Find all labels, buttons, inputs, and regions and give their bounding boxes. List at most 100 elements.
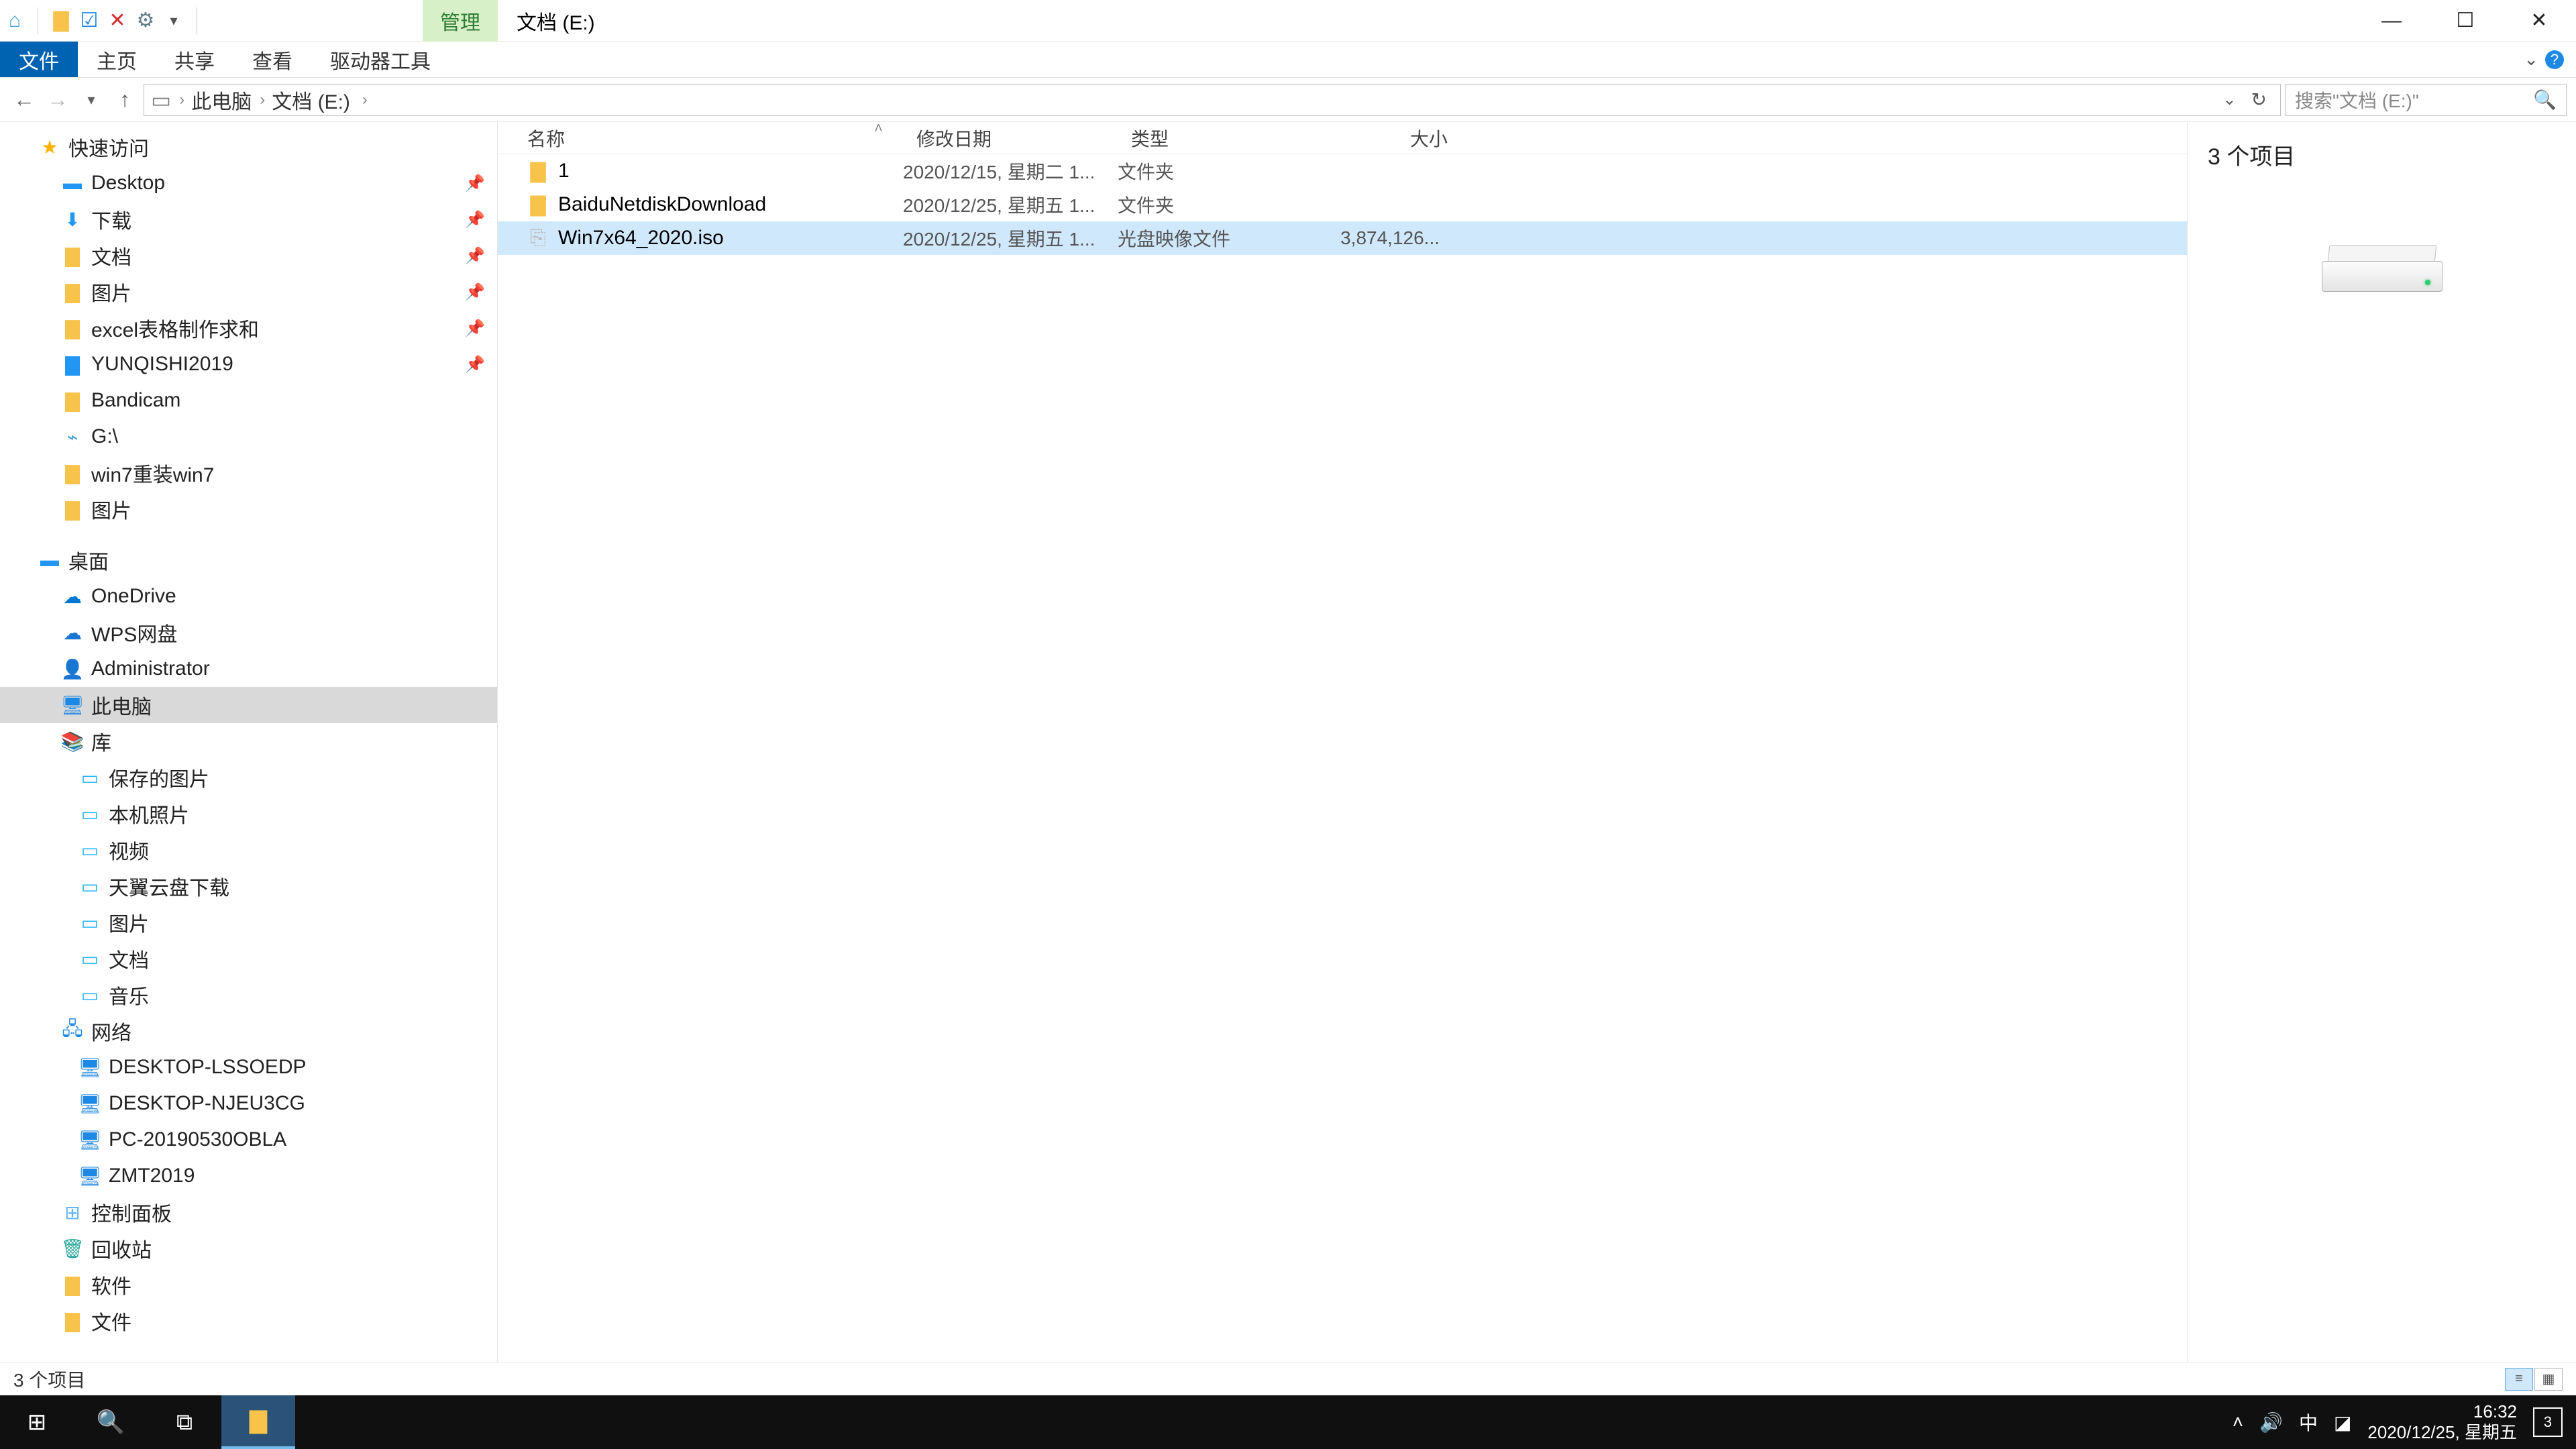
onedrive-icon: ☁ — [60, 584, 85, 608]
ime-indicator[interactable]: 中 — [2299, 1409, 2318, 1436]
nav-pictures-lib[interactable]: ▭图片 — [0, 904, 497, 941]
nav-yunqishi[interactable]: ▇YUNQISHI2019📌 — [0, 346, 497, 382]
clock[interactable]: 16:32 2020/12/25, 星期五 — [2367, 1401, 2517, 1443]
ribbon-tab-drive-tools[interactable]: 驱动器工具 — [311, 42, 449, 77]
app-icon: ⌂ — [5, 11, 24, 30]
qat-dropdown-icon[interactable]: ▾ — [164, 11, 183, 30]
nav-pictures[interactable]: ▇图片📌 — [0, 274, 497, 310]
folder-icon: ▇ — [527, 160, 549, 182]
view-details-button[interactable]: ≡ — [2505, 1368, 2533, 1391]
address-box[interactable]: ▭ ›此电脑 ›文档 (E:)› ⌄ ↻ — [144, 84, 2281, 116]
nav-downloads[interactable]: ⬇下载📌 — [0, 201, 497, 237]
nav-network-pc2[interactable]: 🖥DESKTOP-NJEU3CG — [0, 1085, 497, 1122]
column-type[interactable]: 类型 — [1131, 125, 1305, 152]
maximize-button[interactable]: ☐ — [2428, 1, 2502, 41]
file-row[interactable]: ▇BaiduNetdiskDownload2020/12/25, 星期五 1..… — [498, 188, 2187, 221]
nav-documents-lib[interactable]: ▭文档 — [0, 941, 497, 977]
history-dropdown-icon[interactable]: ▾ — [76, 85, 106, 115]
gear-icon[interactable]: ⚙ — [136, 11, 155, 30]
folder-icon: ▇ — [60, 497, 85, 521]
nav-control-panel[interactable]: ⊞控制面板 — [0, 1194, 497, 1230]
nav-gdrive[interactable]: ⌁G:\ — [0, 419, 497, 455]
file-list[interactable]: 名称˄ 修改日期 类型 大小 ▇12020/12/15, 星期二 1...文件夹… — [498, 122, 2187, 1362]
nav-onedrive[interactable]: ☁OneDrive — [0, 578, 497, 614]
task-view-button[interactable]: ⧉ — [148, 1395, 221, 1449]
column-size[interactable]: 大小 — [1305, 125, 1453, 152]
tray-icon[interactable]: ◪ — [2334, 1411, 2351, 1434]
checkbox-icon[interactable]: ☑ — [80, 11, 99, 30]
nav-win7-reinstall[interactable]: ▇win7重装win7 — [0, 455, 497, 491]
nav-music[interactable]: ▭音乐 — [0, 977, 497, 1013]
nav-tianyi[interactable]: ▭天翼云盘下载 — [0, 868, 497, 904]
action-center-icon[interactable]: 3 — [2533, 1407, 2563, 1437]
nav-excel-folder[interactable]: ▇excel表格制作求和📌 — [0, 310, 497, 346]
control-panel-icon: ⊞ — [60, 1200, 85, 1224]
back-button[interactable]: ← — [9, 85, 39, 115]
column-date[interactable]: 修改日期 — [916, 125, 1131, 152]
ribbon-tab-share[interactable]: 共享 — [156, 42, 233, 77]
close-x-icon[interactable]: ✕ — [108, 11, 127, 30]
search-button[interactable]: 🔍 — [74, 1395, 148, 1449]
file-name: 1 — [558, 160, 570, 182]
breadcrumb-sep-icon[interactable]: › — [179, 91, 184, 109]
ribbon-tab-view[interactable]: 查看 — [233, 42, 311, 77]
up-button[interactable]: ↑ — [110, 85, 140, 115]
pin-icon[interactable]: 📌 — [465, 319, 485, 338]
nav-pictures-2[interactable]: ▇图片 — [0, 491, 497, 527]
tray-overflow-icon[interactable]: ˄ — [2233, 1411, 2243, 1433]
pin-icon[interactable]: 📌 — [465, 210, 485, 229]
refresh-icon[interactable]: ↻ — [2245, 89, 2273, 111]
navigation-pane[interactable]: ★快速访问 ▬Desktop📌 ⬇下载📌 ▇文档📌 ▇图片📌 ▇excel表格制… — [0, 122, 498, 1362]
minimize-button[interactable]: — — [2355, 1, 2428, 41]
forward-button[interactable]: → — [43, 85, 72, 115]
breadcrumb-current[interactable]: 文档 (E:) — [272, 85, 350, 115]
picture-icon: ▭ — [78, 765, 102, 790]
nav-desktop[interactable]: ▬Desktop📌 — [0, 165, 497, 201]
file-date: 2020/12/25, 星期五 1... — [903, 191, 1118, 218]
search-icon[interactable]: 🔍 — [2533, 89, 2557, 111]
ribbon-collapse-icon[interactable]: ⌄ — [2524, 49, 2538, 70]
breadcrumb-root[interactable]: 此电脑 — [191, 85, 252, 115]
contextual-tab-manage[interactable]: 管理 — [423, 0, 498, 42]
nav-camera-roll[interactable]: ▭本机照片 — [0, 796, 497, 832]
nav-files[interactable]: ▇文件 — [0, 1303, 497, 1339]
search-input[interactable]: 搜索"文档 (E:)" 🔍 — [2285, 84, 2567, 116]
file-row[interactable]: ⎘Win7x64_2020.iso2020/12/25, 星期五 1...光盘映… — [498, 221, 2187, 255]
ribbon-tab-home[interactable]: 主页 — [78, 42, 156, 77]
nav-network[interactable]: 🖧网络 — [0, 1013, 497, 1049]
video-icon: ▭ — [78, 838, 102, 862]
volume-icon[interactable]: 🔊 — [2259, 1411, 2283, 1434]
status-item-count: 3 个项目 — [13, 1366, 85, 1393]
nav-recycle-bin[interactable]: 🗑回收站 — [0, 1230, 497, 1267]
taskbar-explorer[interactable]: ▇ — [221, 1395, 295, 1449]
pin-icon[interactable]: 📌 — [465, 355, 485, 374]
nav-network-pc3[interactable]: 🖥PC-20190530OBLA — [0, 1122, 497, 1158]
nav-documents[interactable]: ▇文档📌 — [0, 237, 497, 274]
view-icons-button[interactable]: ▦ — [2534, 1368, 2563, 1391]
nav-admin[interactable]: 👤Administrator — [0, 651, 497, 687]
breadcrumb-sep-icon[interactable]: › — [260, 91, 265, 109]
nav-saved-pictures[interactable]: ▭保存的图片 — [0, 759, 497, 796]
nav-bandicam[interactable]: ▇Bandicam — [0, 382, 497, 419]
close-button[interactable]: ✕ — [2502, 1, 2576, 41]
nav-videos[interactable]: ▭视频 — [0, 832, 497, 868]
explorer-icon[interactable]: ▇ — [52, 11, 70, 30]
file-row[interactable]: ▇12020/12/15, 星期二 1...文件夹 — [498, 154, 2187, 188]
nav-this-pc[interactable]: 🖥此电脑 — [0, 687, 497, 723]
nav-software[interactable]: ▇软件 — [0, 1267, 497, 1303]
nav-network-pc4[interactable]: 🖥ZMT2019 — [0, 1158, 497, 1194]
ribbon-tab-file[interactable]: 文件 — [0, 42, 78, 77]
nav-libraries[interactable]: 📚库 — [0, 723, 497, 759]
breadcrumb-sep-icon[interactable]: › — [362, 91, 368, 109]
start-button[interactable]: ⊞ — [0, 1395, 74, 1449]
pin-icon[interactable]: 📌 — [465, 282, 485, 302]
address-dropdown-icon[interactable]: ⌄ — [2222, 90, 2236, 109]
column-name[interactable]: 名称˄ — [527, 125, 916, 152]
pin-icon[interactable]: 📌 — [465, 246, 485, 266]
nav-quick-access[interactable]: ★快速访问 — [0, 129, 497, 165]
nav-wps[interactable]: ☁WPS网盘 — [0, 614, 497, 651]
nav-network-pc1[interactable]: 🖥DESKTOP-LSSOEDP — [0, 1049, 497, 1085]
nav-desktop-root[interactable]: ▬桌面 — [0, 542, 497, 578]
pin-icon[interactable]: 📌 — [465, 174, 485, 193]
help-icon[interactable]: ? — [2545, 50, 2564, 69]
